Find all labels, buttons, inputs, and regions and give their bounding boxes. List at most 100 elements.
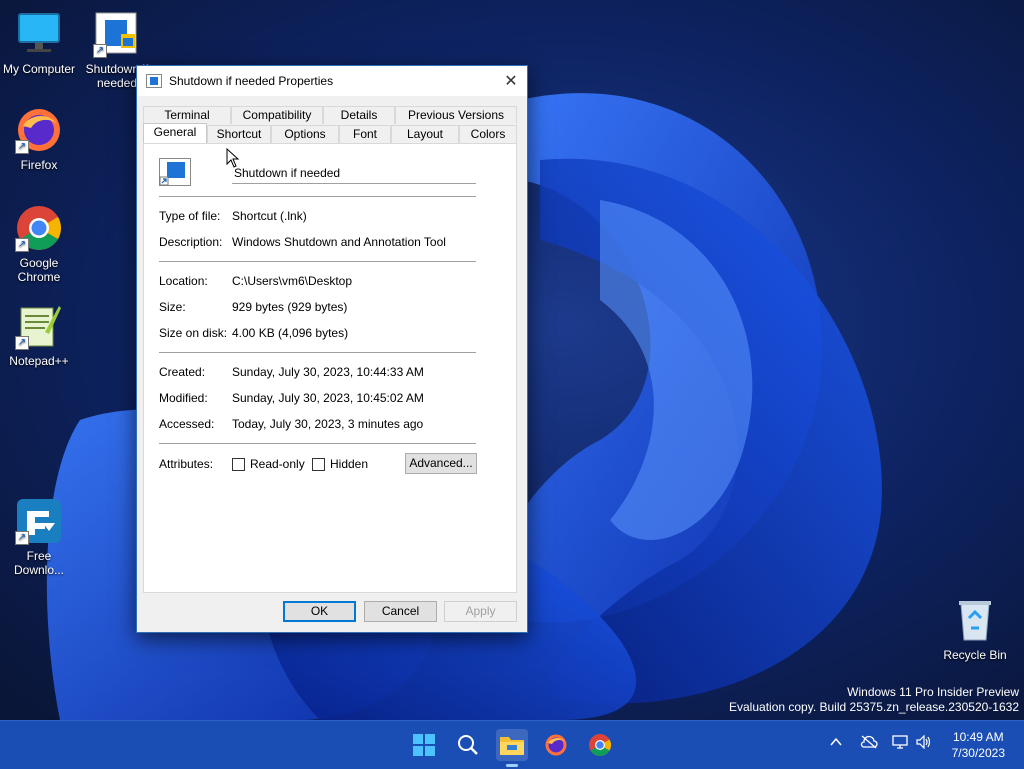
desktop-icon-free-download-manager[interactable]: ↗ Free Downlo...	[1, 497, 77, 577]
watermark-line-2: Evaluation copy. Build 25375.zn_release.…	[729, 700, 1019, 714]
desktop-icon-recycle-bin[interactable]: Recycle Bin	[937, 596, 1013, 662]
firefox-taskbar-button[interactable]	[540, 729, 572, 761]
desktop-icon-label: Google Chrome	[17, 256, 61, 284]
shortcut-file-icon	[159, 158, 191, 186]
clock-time: 10:49 AM	[952, 730, 1004, 744]
properties-dialog: Shutdown if needed Properties ✕ Terminal…	[136, 65, 528, 633]
separator	[159, 443, 476, 444]
tab-font[interactable]: Font	[339, 125, 391, 143]
show-hidden-icons-button[interactable]	[829, 735, 843, 752]
desktop-icon-label: Recycle Bin	[943, 648, 1007, 662]
general-tab-panel: Type of file: Shortcut (.lnk) Descriptio…	[143, 143, 517, 593]
desktop-icon-label: Firefox	[20, 158, 58, 172]
desktop-icon-label: Free Downlo...	[13, 549, 65, 577]
start-button[interactable]	[408, 729, 440, 761]
shortcut-app-icon: ↗	[93, 10, 141, 58]
system-clock[interactable]: 10:49 AM 7/30/2023	[952, 729, 1005, 761]
advanced-button[interactable]: Advanced...	[405, 453, 477, 474]
file-explorer-taskbar-button[interactable]	[496, 729, 528, 767]
tab-label: Options	[284, 127, 326, 141]
tab-label: Terminal	[164, 108, 210, 122]
separator	[159, 352, 476, 353]
tab-options[interactable]: Options	[271, 125, 339, 143]
firefox-icon	[545, 734, 567, 756]
tab-row-front: General Shortcut Options Font Layout Col…	[143, 123, 517, 143]
modified-label: Modified:	[159, 391, 208, 405]
tab-label: Shortcut	[216, 127, 262, 141]
desktop-icon-my-computer[interactable]: My Computer	[1, 10, 77, 76]
ok-button-label: OK	[310, 604, 329, 618]
created-label: Created:	[159, 365, 206, 379]
checkbox-box[interactable]	[232, 457, 245, 471]
size-label: Size:	[159, 300, 186, 314]
search-button[interactable]	[452, 729, 484, 761]
tab-row-back: Terminal Compatibility Details Previous …	[143, 106, 517, 124]
separator	[159, 261, 476, 262]
cancel-button[interactable]: Cancel	[364, 601, 437, 622]
network-tray-button[interactable]	[892, 735, 910, 752]
recycle-bin-icon	[951, 596, 999, 644]
tab-terminal[interactable]: Terminal	[143, 106, 231, 124]
clock-date: 7/30/2023	[951, 746, 1005, 760]
desktop-icon-notepadpp[interactable]: ↗ Notepad++	[1, 302, 77, 368]
tab-label: Previous Versions	[407, 108, 505, 122]
chrome-taskbar-button[interactable]	[584, 729, 616, 761]
apply-button[interactable]: Apply	[444, 601, 517, 622]
size-on-disk-label: Size on disk:	[159, 326, 228, 340]
chrome-icon	[589, 734, 611, 756]
description-label: Description:	[159, 235, 223, 249]
hidden-checkbox[interactable]: Hidden	[312, 457, 368, 471]
location-value: C:\Users\vm6\Desktop	[232, 274, 353, 288]
ok-button[interactable]: OK	[283, 601, 356, 622]
shortcut-name-field[interactable]	[232, 162, 476, 184]
desktop-icon-label: My Computer	[2, 62, 76, 76]
tab-previous-versions[interactable]: Previous Versions	[395, 106, 517, 124]
advanced-button-label: Advanced...	[409, 456, 473, 470]
chevron-up-icon	[830, 737, 842, 746]
search-icon	[458, 735, 478, 755]
attributes-label: Attributes:	[159, 457, 214, 471]
size-on-disk-value: 4.00 KB (4,096 bytes)	[232, 326, 349, 340]
onedrive-tray-button[interactable]	[860, 735, 878, 752]
volume-tray-button[interactable]	[916, 734, 932, 752]
free-download-manager-icon: ↗	[15, 497, 63, 545]
tab-label: Layout	[406, 127, 444, 141]
active-indicator	[506, 764, 518, 767]
readonly-label: Read-only	[250, 457, 305, 471]
start-icon	[413, 734, 435, 756]
accessed-label: Accessed:	[159, 417, 215, 431]
desktop-icon-google-chrome[interactable]: ↗ Google Chrome	[1, 204, 77, 284]
windows-watermark: Windows 11 Pro Insider Preview Evaluatio…	[729, 685, 1019, 715]
created-value: Sunday, July 30, 2023, 10:44:33 AM	[232, 365, 424, 379]
desktop-icon-label: Notepad++	[9, 354, 69, 368]
tab-shortcut[interactable]: Shortcut	[207, 125, 271, 143]
firefox-icon: ↗	[15, 106, 63, 154]
hidden-label: Hidden	[330, 457, 369, 471]
separator	[159, 196, 476, 197]
desktop-icon-firefox[interactable]: ↗ Firefox	[1, 106, 77, 172]
tab-colors[interactable]: Colors	[459, 125, 517, 143]
shortcut-arrow-icon: ↗	[15, 531, 29, 545]
type-of-file-label: Type of file:	[159, 209, 221, 223]
cloud-offline-icon	[860, 735, 878, 749]
tab-compatibility[interactable]: Compatibility	[231, 106, 323, 124]
close-button[interactable]: ✕	[495, 66, 527, 96]
dialog-titlebar[interactable]: Shutdown if needed Properties ✕	[137, 66, 527, 96]
checkbox-box[interactable]	[312, 457, 325, 471]
tab-label: Colors	[470, 127, 506, 141]
type-of-file-value: Shortcut (.lnk)	[232, 209, 307, 223]
tab-details[interactable]: Details	[323, 106, 395, 124]
tab-layout[interactable]: Layout	[391, 125, 459, 143]
monitor-icon	[15, 10, 63, 58]
tab-label: Font	[352, 127, 377, 141]
tab-general[interactable]: General	[143, 123, 207, 143]
readonly-checkbox[interactable]: Read-only	[232, 457, 305, 471]
mouse-pointer-icon	[226, 148, 240, 168]
speaker-icon	[916, 734, 931, 750]
tab-label: Details	[340, 108, 378, 122]
shortcut-arrow-icon: ↗	[93, 44, 107, 58]
notepadpp-icon: ↗	[15, 302, 63, 350]
file-explorer-icon	[500, 737, 524, 755]
shortcut-arrow-icon: ↗	[15, 140, 29, 154]
accessed-value: Today, July 30, 2023, 3 minutes ago	[232, 417, 424, 431]
